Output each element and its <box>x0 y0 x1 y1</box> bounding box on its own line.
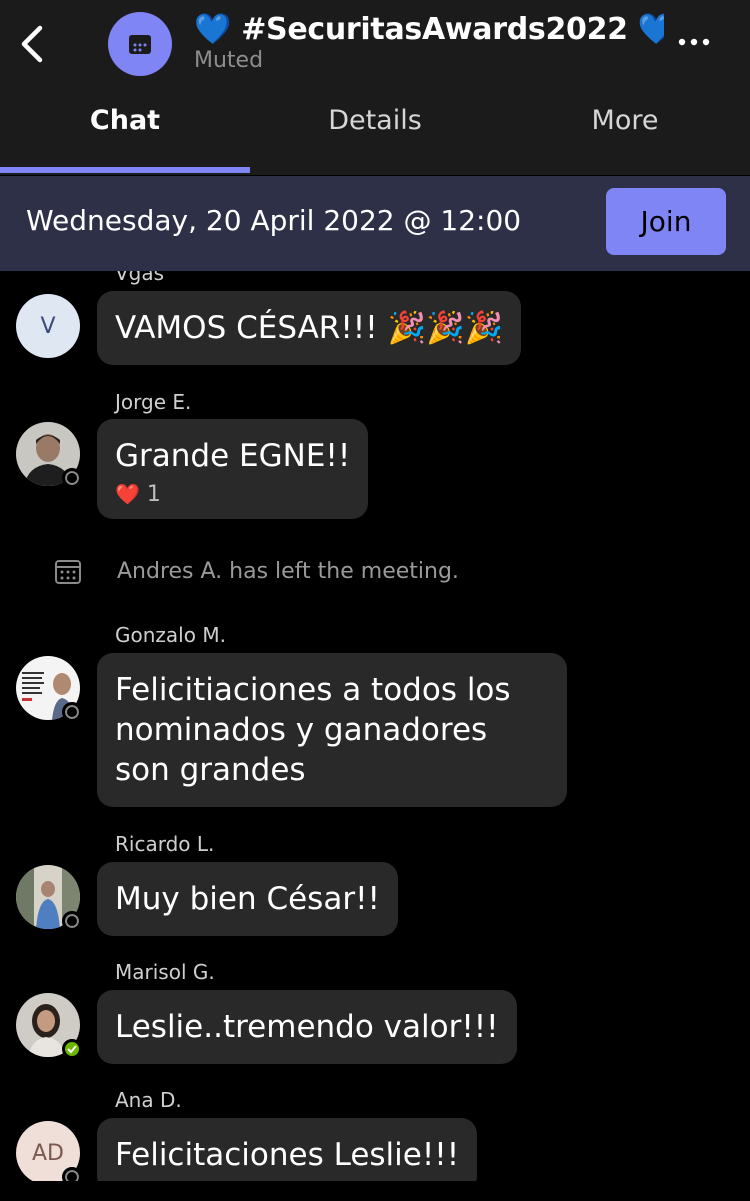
message-bubble[interactable]: Muy bien César!! <box>97 862 398 936</box>
presence-offline-icon <box>62 702 82 722</box>
avatar[interactable]: V <box>16 294 80 358</box>
sender-name: Jorge E. <box>115 390 192 414</box>
message-text: Muy bien César!! <box>115 881 380 917</box>
presence-available-icon <box>62 1039 82 1059</box>
sender-name: Gonzalo M. <box>115 623 226 647</box>
tab-more[interactable]: More <box>500 105 750 136</box>
chat-title[interactable]: 💙 #SecuritasAwards2022 💙… <box>194 8 664 52</box>
chevron-left-icon[interactable] <box>14 22 50 66</box>
meeting-datetime: Wednesday, 20 April 2022 @ 12:00 <box>26 204 522 237</box>
sender-name: Ana D. <box>115 1088 182 1112</box>
calendar-icon <box>55 560 81 584</box>
message-text: Grande EGNE!! <box>115 438 351 474</box>
message-bubble[interactable]: Leslie..tremendo valor!!! <box>97 990 517 1064</box>
active-tab-indicator <box>0 167 250 173</box>
tab-chat[interactable]: Chat <box>0 105 250 136</box>
message-bubble[interactable]: Grande EGNE!! ❤️ 1 <box>97 419 369 519</box>
chat-header: 💙 #SecuritasAwards2022 💙… Muted Chat Det… <box>0 0 750 175</box>
message-text: Felicitaciones Leslie!!! <box>115 1137 460 1173</box>
message-bubble[interactable]: Felicitaciones Leslie!!! <box>97 1118 478 1181</box>
more-horizontal-icon[interactable] <box>674 30 714 54</box>
presence-offline-icon <box>62 1167 82 1181</box>
presence-offline-icon <box>62 468 82 488</box>
message-text: Leslie..tremendo valor!!! <box>115 1009 499 1045</box>
message-list[interactable]: Vgas V VAMOS CÉSAR!!! 🎉🎉🎉 Jorge E. Grand… <box>0 271 750 1181</box>
sender-name: Vgas <box>115 271 165 285</box>
message-bubble[interactable]: VAMOS CÉSAR!!! 🎉🎉🎉 <box>97 291 522 365</box>
message-text: Felicitiaciones a todos los nominados y … <box>115 672 511 788</box>
calendar-icon <box>129 35 151 54</box>
muted-status: Muted <box>194 48 264 73</box>
tab-details[interactable]: Details <box>250 105 500 136</box>
join-button[interactable]: Join <box>606 188 726 255</box>
presence-offline-icon <box>62 911 82 931</box>
message-bubble[interactable]: Felicitiaciones a todos los nominados y … <box>97 653 567 807</box>
message-text: VAMOS CÉSAR!!! 🎉🎉🎉 <box>115 310 504 346</box>
group-avatar[interactable] <box>108 12 172 76</box>
system-message: Andres A. has left the meeting. <box>117 559 459 584</box>
reaction-count: 1 <box>146 482 161 507</box>
reaction[interactable]: ❤️ 1 <box>115 480 350 509</box>
sender-name: Ricardo L. <box>115 832 215 856</box>
sender-name: Marisol G. <box>115 960 215 984</box>
heart-icon: ❤️ <box>115 482 140 506</box>
